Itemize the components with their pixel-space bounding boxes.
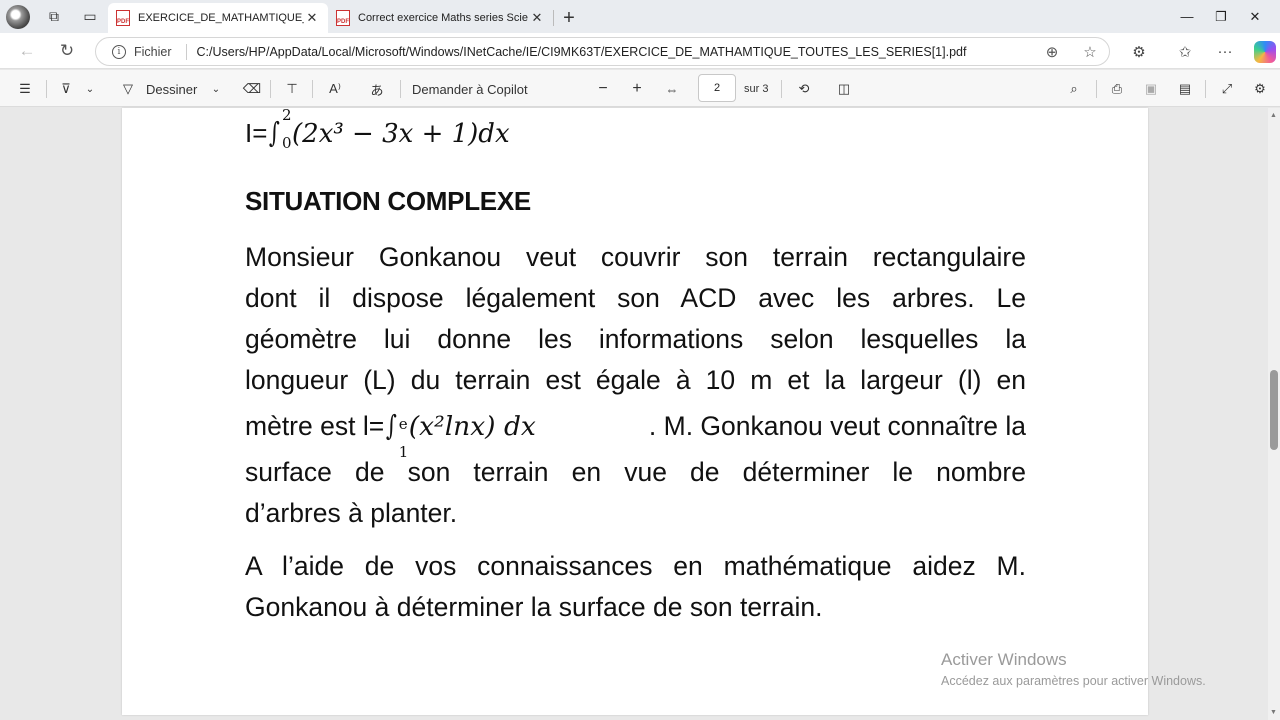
scroll-up-arrow-icon[interactable]: ▲ (1270, 112, 1277, 119)
tab-actions-icon[interactable]: ▭ (72, 0, 108, 33)
tab-title: Correct exercice Maths series Scie (358, 12, 528, 24)
integral-lower-bound: 1 (398, 443, 409, 461)
pdf-toolbar: ☰ ⊽ ⌄ ▽ Dessiner ⌄ ⌫ ⊤ A⁾ あ Demander à C… (0, 70, 1280, 107)
scroll-down-arrow-icon[interactable]: ▼ (1270, 709, 1277, 716)
save-as-icon[interactable]: ▤ (1173, 76, 1197, 102)
page-total-label: sur 3 (744, 83, 769, 95)
pdf-page: I=∫ 2 0 (2x³ − 3x + 1)dx SITUATION COMPLEXE… (122, 106, 1148, 715)
toolbar-divider (400, 80, 401, 98)
text-box-icon[interactable]: ⊤ (280, 76, 304, 102)
zoom-in-button[interactable]: + (626, 76, 648, 102)
omnibox-divider (185, 43, 187, 60)
eraser-icon[interactable]: ⌫ (240, 76, 264, 102)
close-tab-icon[interactable]: ✕ (529, 10, 545, 26)
toolbar-divider (312, 80, 313, 98)
toolbar-divider (781, 80, 782, 98)
watermark-subtitle: Accédez aux paramètres pour activer Wind… (941, 674, 1206, 688)
formula-prefix: I= (245, 118, 268, 148)
activation-watermark: Activer Windows Accédez aux paramètres p… (941, 650, 1206, 688)
copilot-icon[interactable] (1250, 37, 1280, 66)
text-line: A l’aide de vos connaissances en mathéma… (245, 551, 1026, 581)
watermark-title: Activer Windows (941, 650, 1067, 669)
paragraph-situation: Monsieur Gonkanou veut couvrir son terra… (245, 237, 1026, 534)
fit-page-icon[interactable]: ⇔ (660, 76, 684, 102)
text-line: Gonkanou à déterminer la surface de son … (245, 592, 823, 622)
text-line: longueur (L) du terrain est égale à 10 m… (245, 365, 1026, 395)
integral-lower-bound: 0 (282, 134, 292, 152)
zoom-icon[interactable]: ⊕ (1033, 43, 1071, 61)
draw-icon[interactable]: ▽ (116, 76, 140, 102)
paragraph-question: A l’aide de vos connaissances en mathéma… (245, 546, 1026, 628)
rotate-icon[interactable]: ⟲ (792, 76, 816, 102)
new-tab-button[interactable]: + (554, 3, 584, 33)
page-view-icon[interactable]: ◫ (832, 76, 856, 102)
ask-copilot-button[interactable]: Demander à Copilot (412, 76, 528, 102)
more-menu-icon[interactable]: ··· (1210, 37, 1240, 66)
tab-title: EXERCICE_DE_MATHAMTIQUE_TO (138, 12, 304, 24)
search-icon[interactable]: ⌕ (1062, 76, 1086, 102)
text-line: surface de son terrain en vue de détermi… (245, 457, 1026, 487)
text-line: dont il dispose légalement son ACD avec … (245, 283, 1026, 313)
contents-list-icon[interactable]: ☰ (12, 76, 38, 102)
chevron-down-icon[interactable]: ⌄ (80, 76, 100, 102)
integral-formula: I=∫ 2 0 (2x³ − 3x + 1)dx (245, 106, 510, 152)
save-icon[interactable]: ▣ (1139, 76, 1163, 102)
translate-icon[interactable]: あ (364, 76, 390, 102)
avatar-image (6, 4, 30, 29)
text-line: Monsieur Gonkanou veut couvrir son terra… (245, 242, 1026, 272)
zoom-out-button[interactable]: − (592, 76, 614, 102)
settings-gear-icon[interactable]: ⚙ (1248, 76, 1272, 102)
scheme-label: Fichier (134, 44, 172, 59)
tab-strip: ⧉ ▭ PDF EXERCICE_DE_MATHAMTIQUE_TO ✕ PDF… (0, 0, 1280, 33)
url-text[interactable]: C:/Users/HP/AppData/Local/Microsoft/Wind… (197, 45, 1033, 59)
extensions-icon[interactable]: ⚙ (1124, 37, 1154, 66)
text-line: géomètre lui donne les informations selo… (245, 324, 1026, 354)
favorite-star-icon[interactable]: ☆ (1071, 43, 1109, 61)
toolbar-divider (46, 80, 47, 98)
close-tab-icon[interactable]: ✕ (304, 10, 320, 26)
integral-sign-icon: ∫ (269, 116, 281, 149)
print-icon[interactable]: ⎙ (1105, 76, 1129, 102)
integral-upper-bound: 2 (282, 106, 292, 124)
scrollbar-thumb[interactable] (1270, 370, 1278, 450)
toolbar-divider (270, 80, 271, 98)
workspaces-icon[interactable]: ⧉ (36, 0, 72, 33)
toolbar-divider (1205, 80, 1206, 98)
address-bar: ← ↻ i Fichier C:/Users/HP/AppData/Local/… (0, 33, 1280, 69)
text-line-with-integral: mètre est l=∫ e 1 (x²lnx) dx . M. Gonkanou … (245, 401, 1026, 461)
pdf-file-icon: PDF (336, 10, 350, 26)
integral-sign-icon: ∫ (386, 409, 397, 442)
toolbar-divider (1096, 80, 1097, 98)
integral-body: (x²lnx) dx (408, 411, 536, 442)
page-number-input[interactable]: 2 (698, 74, 736, 102)
document-viewport[interactable]: I=∫ 2 0 (2x³ − 3x + 1)dx SITUATION COMPLEXE… (0, 106, 1268, 720)
profile-avatar[interactable] (0, 0, 36, 33)
inline-prefix: mètre est l= (245, 411, 385, 441)
inline-suffix: . M. Gonkanou veut connaître la (648, 411, 1026, 441)
fullscreen-icon[interactable]: ⤢ (1215, 76, 1239, 102)
url-bar[interactable]: i Fichier C:/Users/HP/AppData/Local/Micr… (95, 37, 1110, 66)
tab-inactive-pdf[interactable]: PDF Correct exercice Maths series Scie ✕ (328, 3, 553, 33)
refresh-button[interactable]: ↻ (52, 36, 82, 66)
close-window-button[interactable]: ✕ (1232, 0, 1278, 33)
draw-button[interactable]: Dessiner (146, 76, 197, 102)
pdf-file-icon: PDF (116, 10, 130, 26)
chevron-down-icon[interactable]: ⌄ (206, 76, 226, 102)
vertical-scrollbar[interactable]: ▲ ▼ (1268, 108, 1280, 720)
text-line: d’arbres à planter. (245, 498, 458, 528)
back-button[interactable]: ← (12, 36, 42, 66)
section-heading: SITUATION COMPLEXE (245, 186, 531, 216)
tab-active-pdf[interactable]: PDF EXERCICE_DE_MATHAMTIQUE_TO ✕ (108, 3, 328, 33)
integral-body: (2x³ − 3x + 1)dx (292, 119, 510, 149)
read-aloud-icon[interactable]: A⁾ (322, 76, 348, 102)
site-info-icon[interactable]: i (112, 44, 126, 59)
highlight-icon[interactable]: ⊽ (54, 76, 78, 102)
favorites-icon[interactable]: ✩ (1170, 37, 1200, 66)
